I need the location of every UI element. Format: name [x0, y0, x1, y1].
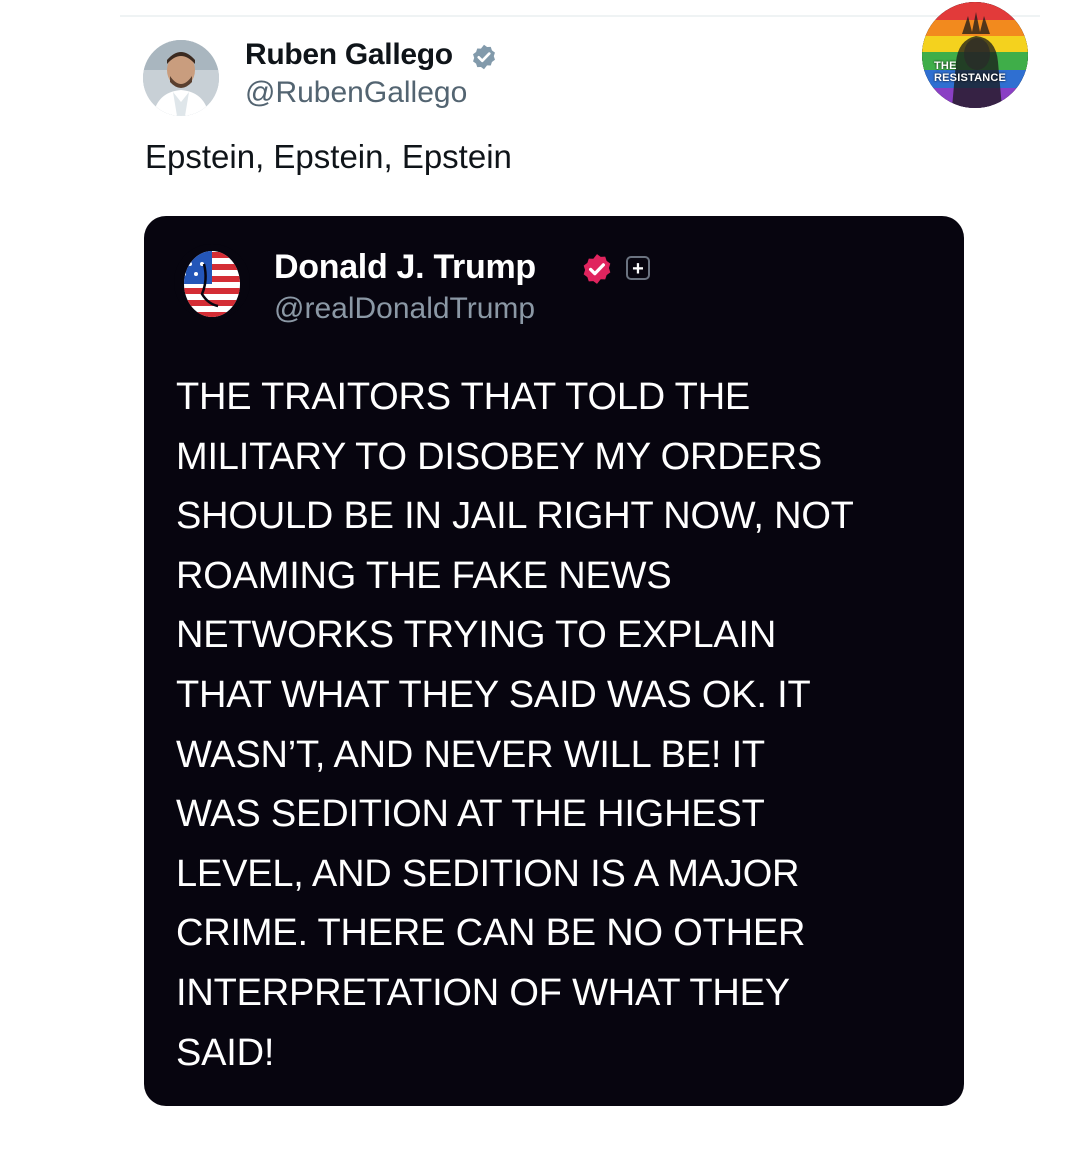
tweet-text: Epstein, Epstein, Epstein	[145, 138, 512, 175]
quoted-post-body: THE TRAITORS THAT TOLD THE MILITARY TO D…	[176, 376, 854, 1074]
quoted-avatar[interactable]	[174, 244, 250, 320]
badge-line-1: THE	[934, 60, 957, 72]
quoted-avatar-image	[174, 244, 250, 320]
quoted-author-name[interactable]: Donald J. Trump	[274, 248, 536, 287]
author-name[interactable]: Ruben Gallego	[245, 38, 453, 72]
quoted-post-card[interactable]: Donald J. Trump + @realDonaldTrump THE T…	[144, 216, 964, 1106]
verified-badge-icon	[473, 44, 495, 70]
plus-icon: +	[626, 256, 650, 280]
verified-badge-icon	[583, 254, 611, 284]
quoted-author-handle[interactable]: @realDonaldTrump	[274, 292, 535, 326]
top-divider	[120, 15, 1040, 17]
author-handle[interactable]: @RubenGallego	[245, 76, 467, 110]
badge-text: THE RESISTANCE	[934, 60, 1006, 84]
resistance-logo: THE RESISTANCE	[922, 2, 1028, 108]
avatar[interactable]	[143, 40, 219, 116]
resistance-logo-art	[922, 2, 1028, 108]
badge-line-2: RESISTANCE	[934, 72, 1007, 84]
avatar-image	[143, 40, 219, 116]
